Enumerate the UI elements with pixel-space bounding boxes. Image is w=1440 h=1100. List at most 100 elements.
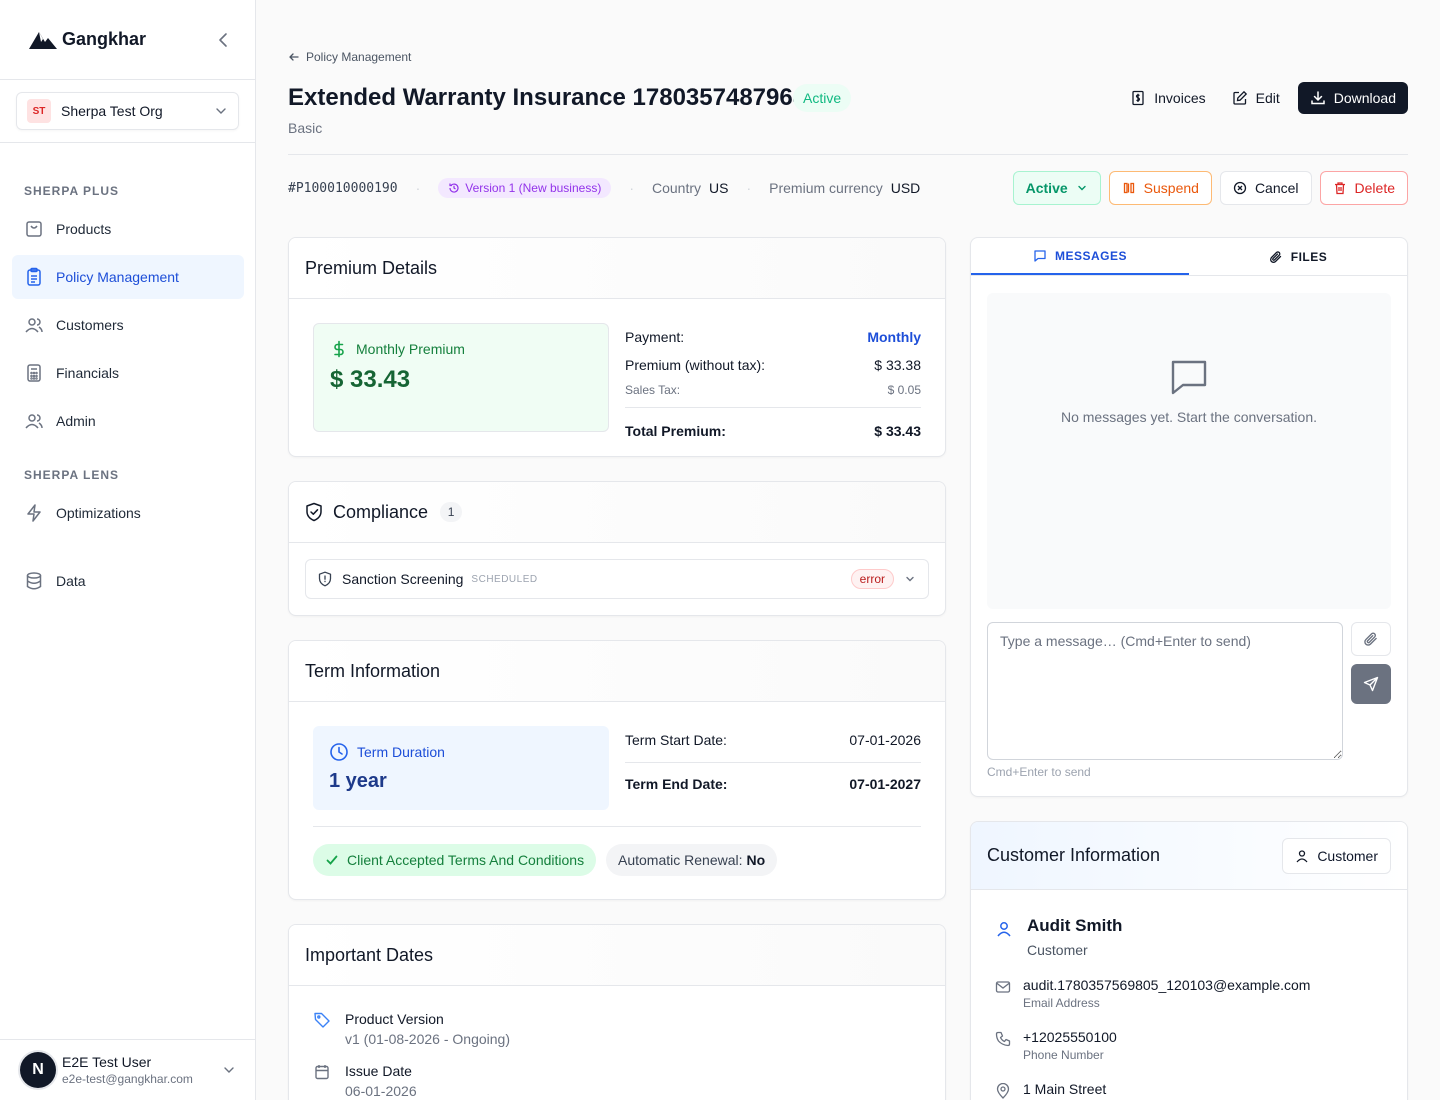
avatar: N <box>20 1052 56 1088</box>
shopping-bag-icon <box>24 219 44 239</box>
customer-identity: Audit Smith Customer <box>995 916 1122 958</box>
total-premium-label: Total Premium: <box>625 422 726 439</box>
sidebar-item-products[interactable]: Products <box>12 207 244 251</box>
user-menu[interactable]: N E2E Test User e2e-test@gangkhar.com <box>0 1039 256 1100</box>
customer-email-label: Email Address <box>1023 996 1100 1010</box>
download-button[interactable]: Download <box>1297 82 1408 114</box>
customer-email: audit.1780357569805_120103@example.com <box>1023 977 1311 993</box>
messages-empty-state: No messages yet. Start the conversation. <box>1060 409 1317 425</box>
premium-without-tax-value: $ 33.38 <box>874 357 921 373</box>
version-badge[interactable]: Version 1 (New business) <box>438 178 612 198</box>
tab-messages[interactable]: MESSAGES <box>971 238 1189 275</box>
collapse-sidebar-icon[interactable] <box>215 30 231 50</box>
term-end-value: 07-01-2027 <box>849 775 921 792</box>
sidebar-item-customers[interactable]: Customers <box>12 303 244 347</box>
breadcrumb-back-link[interactable]: Policy Management <box>288 50 411 64</box>
sanction-screening-tag: SCHEDULED <box>471 573 538 585</box>
terms-accepted-label: Client Accepted Terms And Conditions <box>347 852 585 868</box>
cancel-button[interactable]: Cancel <box>1219 171 1312 205</box>
paperclip-icon <box>1269 250 1283 264</box>
delete-button[interactable]: Delete <box>1319 171 1408 205</box>
compliance-count-badge: 1 <box>440 502 463 522</box>
clipboard-icon <box>24 267 44 287</box>
sidebar: Gangkhar ST Sherpa Test Org SHERPA PLUS … <box>0 0 256 1100</box>
org-selector[interactable]: ST Sherpa Test Org <box>16 92 239 130</box>
product-version-item: Product Version v1 (01-08-2026 - Ongoing… <box>313 1011 510 1047</box>
tab-files-label: FILES <box>1290 249 1328 264</box>
message-icon <box>1033 249 1047 263</box>
auto-renewal-label: Automatic Renewal: <box>618 852 743 868</box>
arrow-left-icon <box>288 51 300 63</box>
edit-button[interactable]: Edit <box>1224 82 1288 114</box>
country-label: Country <box>651 180 702 196</box>
issue-date-value: 06-01-2026 <box>345 1083 417 1099</box>
shield-alert-icon <box>318 571 332 587</box>
term-end-label: Term End Date: <box>625 775 728 792</box>
send-message-button[interactable] <box>1351 664 1391 704</box>
attach-file-button[interactable] <box>1351 622 1391 656</box>
sidebar-item-label: Admin <box>56 413 96 429</box>
invoices-button[interactable]: Invoices <box>1122 82 1213 114</box>
gangkhar-logo-icon <box>28 30 58 50</box>
tab-messages-label: MESSAGES <box>1054 248 1127 263</box>
page-title: Extended Warranty Insurance 178035748796… <box>288 84 807 111</box>
compliance-title: Compliance <box>333 501 429 522</box>
tab-files[interactable]: FILES <box>1189 238 1407 275</box>
auto-renewal-badge: Automatic Renewal: No <box>606 844 778 876</box>
sidebar-item-policy-management[interactable]: Policy Management <box>12 255 244 299</box>
term-duration-value: 1 year <box>329 770 387 792</box>
lightning-icon <box>24 503 44 523</box>
edit-icon <box>1232 90 1248 106</box>
sidebar-item-label: Optimizations <box>56 505 141 521</box>
sidebar-item-financials[interactable]: Financials <box>12 351 244 395</box>
sidebar-item-data[interactable]: Data <box>12 559 244 603</box>
important-dates-card: Important Dates Product Version v1 (01-0… <box>288 924 946 1100</box>
download-label: Download <box>1333 90 1396 106</box>
status-dropdown-label: Active <box>1025 180 1068 196</box>
clock-icon <box>329 742 349 762</box>
header-divider <box>288 154 1408 155</box>
invoices-label: Invoices <box>1154 90 1206 106</box>
suspend-button[interactable]: Suspend <box>1108 171 1212 205</box>
sales-tax-value: $ 0.05 <box>887 383 921 397</box>
sidebar-item-optimizations[interactable]: Optimizations <box>12 491 244 535</box>
issue-date-label: Issue Date <box>345 1063 412 1079</box>
total-premium-value: $ 33.43 <box>874 422 921 439</box>
user-icon <box>995 920 1013 958</box>
messages-list: No messages yet. Start the conversation. <box>987 293 1391 609</box>
sidebar-item-label: Financials <box>56 365 120 381</box>
calendar-icon <box>313 1063 331 1099</box>
customer-phone: +12025550100 <box>1023 1029 1117 1045</box>
org-name: Sherpa Test Org <box>61 103 163 119</box>
auto-renewal-value: No <box>746 852 766 868</box>
view-customer-button[interactable]: Customer <box>1282 837 1391 874</box>
view-customer-label: Customer <box>1317 847 1378 864</box>
premium-breakdown: Payment: Monthly Premium (without tax): … <box>625 323 921 445</box>
tag-icon <box>313 1011 331 1047</box>
user-name: E2E Test User <box>62 1054 152 1070</box>
sanction-screening-row[interactable]: Sanction Screening SCHEDULED error <box>305 559 929 599</box>
sidebar-item-admin[interactable]: Admin <box>12 399 244 443</box>
version-label: Version 1 (New business) <box>465 181 602 195</box>
premium-details-card: Premium Details Monthly Premium $ 33.43 … <box>288 237 946 457</box>
customer-role: Customer <box>1027 942 1088 958</box>
paperclip-icon <box>1363 631 1379 647</box>
status-dropdown[interactable]: Active <box>1012 171 1101 205</box>
important-dates-title: Important Dates <box>289 925 945 986</box>
customer-phone-label: Phone Number <box>1023 1048 1104 1062</box>
terms-accepted-badge: Client Accepted Terms And Conditions <box>313 844 597 876</box>
customer-phone-row: +12025550100 Phone Number <box>995 1029 1117 1062</box>
message-input[interactable] <box>987 622 1343 760</box>
customer-name: Audit Smith <box>1027 916 1123 935</box>
premium-details-title: Premium Details <box>289 238 945 299</box>
customer-information-title: Customer Information <box>987 845 1161 865</box>
chevron-down-icon <box>1076 182 1088 194</box>
term-dates: Term Start Date: 07-01-2026 Term End Dat… <box>625 726 921 798</box>
users-icon <box>24 315 44 335</box>
map-pin-icon <box>995 1083 1011 1099</box>
chevron-down-icon <box>214 104 228 118</box>
cancel-label: Cancel <box>1254 180 1299 196</box>
monthly-premium-amount: $ 33.43 <box>330 366 411 393</box>
calculator-icon <box>24 363 44 383</box>
chat-bubble-icon <box>1169 357 1209 397</box>
